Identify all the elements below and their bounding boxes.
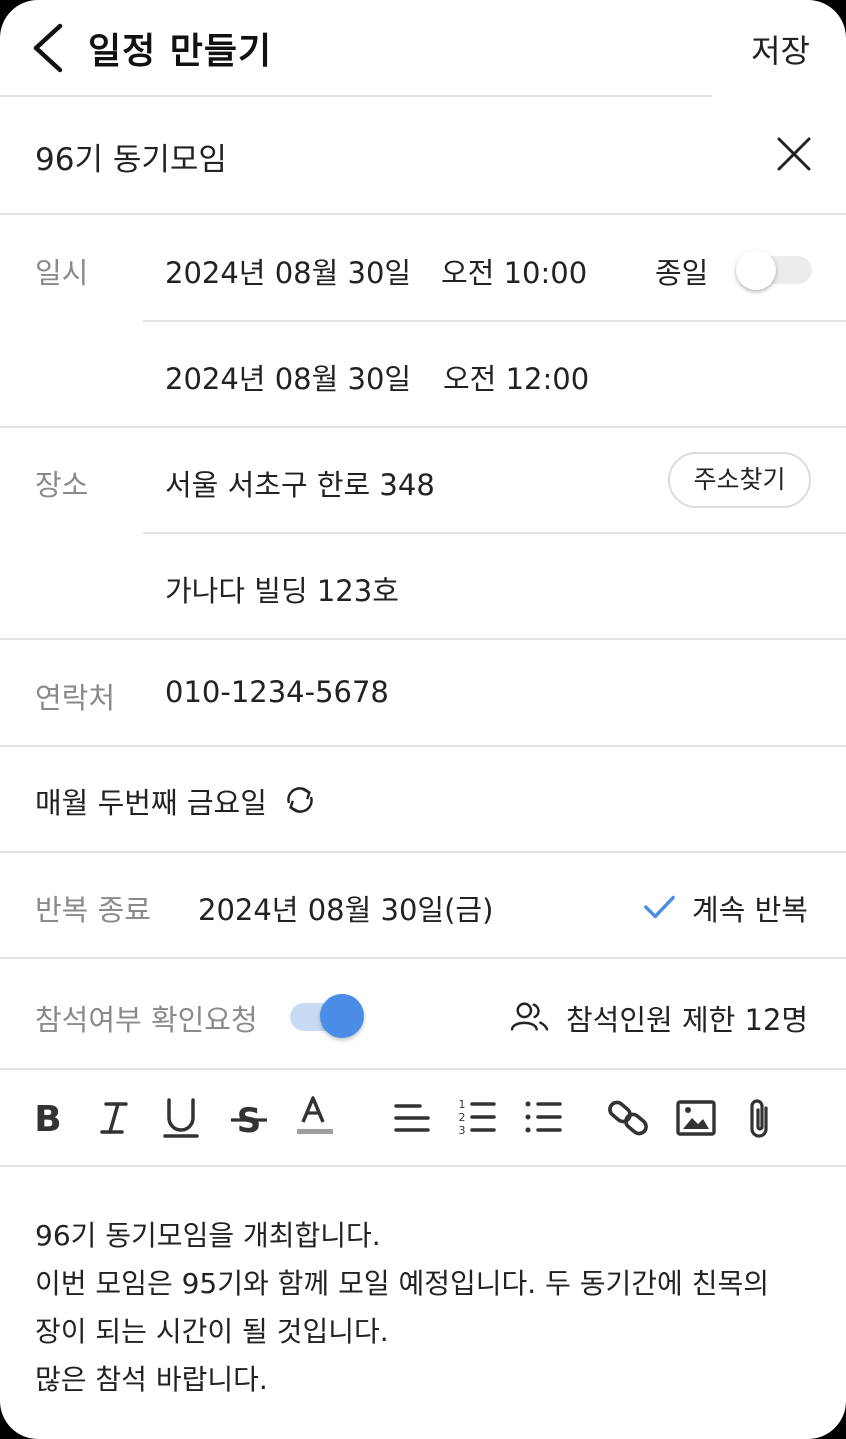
underline-icon[interactable] [159, 1096, 203, 1140]
continue-repeat-label: 계속 반복 [692, 893, 808, 927]
app-header: 일정 만들기 저장 [0, 0, 846, 96]
attendee-limit[interactable]: 참석인원 제한 12명 [508, 994, 812, 1038]
start-date[interactable]: 2024년 08월 30일 [165, 250, 411, 292]
contact-input[interactable]: 010-1234-5678 [165, 675, 389, 709]
page-title: 일정 만들기 [88, 31, 273, 72]
bullet-list-icon[interactable] [522, 1096, 566, 1140]
repeat-row[interactable]: 매월 두번째 금요일 [35, 780, 435, 820]
repeat-end-label: 반복 종료 [35, 893, 151, 927]
clear-title-icon[interactable] [776, 136, 812, 172]
svg-text:B: B [34, 1099, 61, 1140]
image-icon[interactable] [674, 1096, 718, 1140]
description-line: 많은 참석 바랍니다. [35, 1363, 268, 1396]
address-input[interactable]: 서울 서초구 한로 348 [165, 462, 435, 504]
divider [0, 1165, 846, 1167]
description-line: 장이 되는 시간이 될 것입니다. [35, 1315, 389, 1348]
svg-text:2: 2 [459, 1111, 466, 1124]
start-time[interactable]: 오전 10:00 [441, 250, 587, 292]
allday-toggle[interactable] [736, 250, 812, 290]
link-icon[interactable] [606, 1096, 650, 1140]
allday-label: 종일 [655, 256, 709, 290]
divider [0, 851, 846, 853]
repeat-rule: 매월 두번째 금요일 [35, 786, 267, 820]
end-time[interactable]: 오전 12:00 [443, 356, 589, 398]
divider [0, 213, 846, 215]
back-arrow-icon[interactable] [28, 22, 72, 74]
create-event-screen: 일정 만들기 저장 96기 동기모임 일시 2024년 08월 30일 오전 1… [0, 0, 846, 1439]
people-icon [510, 1002, 549, 1031]
continue-repeat-option[interactable]: 계속 반복 [640, 884, 812, 928]
text-color-icon[interactable] [293, 1096, 337, 1140]
check-icon [644, 895, 675, 919]
location-label: 장소 [35, 468, 89, 502]
find-address-button[interactable]: 주소찾기 [668, 452, 811, 508]
divider [0, 638, 846, 640]
divider [0, 426, 846, 428]
svg-text:3: 3 [459, 1124, 466, 1137]
divider [0, 95, 712, 97]
divider [143, 532, 846, 534]
divider [143, 320, 846, 322]
save-button[interactable]: 저장 [751, 26, 810, 72]
attachment-icon[interactable] [738, 1096, 782, 1140]
rsvp-label: 참석여부 확인요청 [35, 1003, 258, 1037]
description-line: 96기 동기모임을 개최합니다. [35, 1219, 381, 1252]
description-line: 이번 모임은 95기와 함께 모일 예정입니다. 두 동기간에 친목의 [35, 1267, 769, 1300]
divider [0, 1068, 846, 1070]
end-date[interactable]: 2024년 08월 30일 [165, 356, 411, 398]
contact-label: 연락처 [35, 681, 116, 715]
event-title-input[interactable]: 96기 동기모임 [35, 134, 227, 179]
bold-icon[interactable]: B [26, 1096, 70, 1140]
divider [0, 957, 846, 959]
numbered-list-icon[interactable]: 1 2 3 [456, 1096, 500, 1140]
divider [0, 745, 846, 747]
datetime-label: 일시 [35, 256, 89, 290]
italic-icon[interactable] [92, 1096, 136, 1140]
svg-text:1: 1 [459, 1098, 466, 1111]
toggle-knob [736, 250, 776, 290]
repeat-icon [287, 787, 313, 813]
toggle-knob [320, 994, 364, 1038]
strikethrough-icon[interactable]: S [227, 1096, 271, 1140]
repeat-end-date[interactable]: 2024년 08월 30일(금) [198, 887, 493, 929]
address-detail-input[interactable]: 가나다 빌딩 123호 [165, 568, 399, 610]
align-icon[interactable] [390, 1096, 434, 1140]
description-editor[interactable]: 96기 동기모임을 개최합니다. 이번 모임은 95기와 함께 모일 예정입니다… [35, 1212, 815, 1404]
attendee-limit-label: 참석인원 제한 12명 [566, 1003, 809, 1037]
rsvp-toggle[interactable] [290, 993, 366, 1039]
